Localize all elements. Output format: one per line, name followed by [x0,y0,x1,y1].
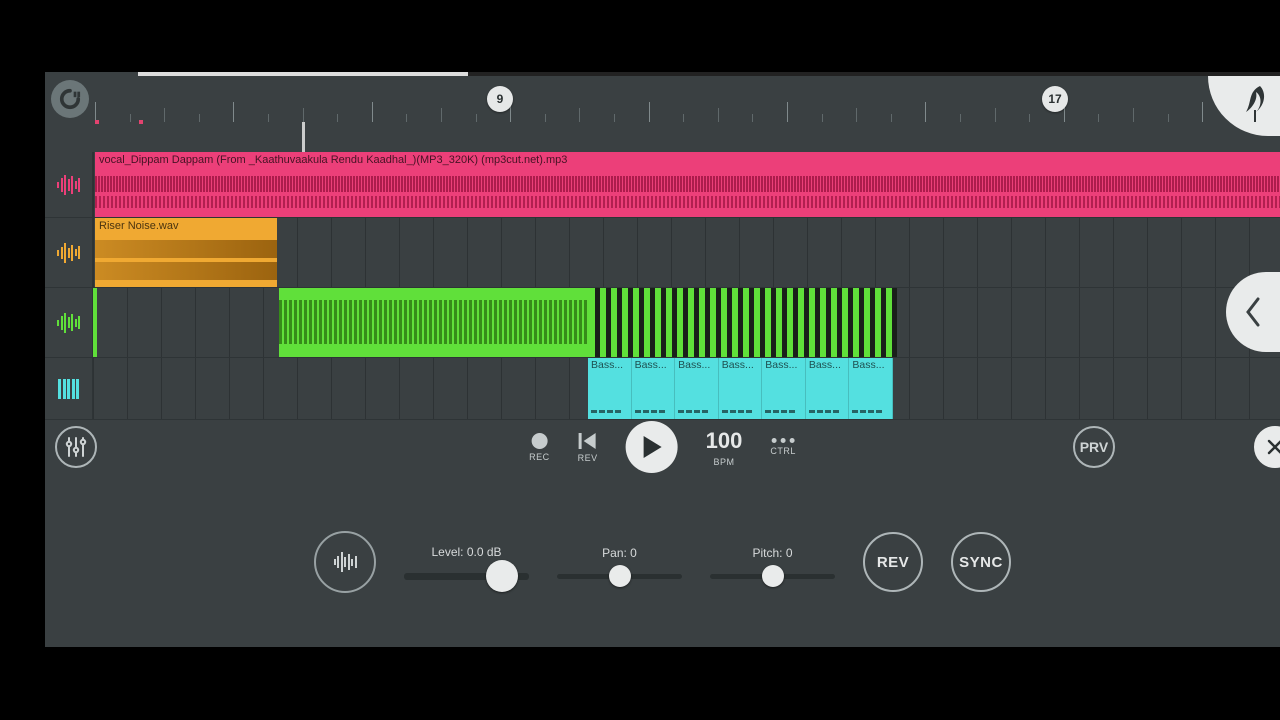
chevron-left-icon [1243,295,1263,329]
waveform-icon [57,242,80,264]
track-row-vocal: vocal_Dippam Dappam (From _Kaathuvaakula… [45,152,1280,218]
track-row-riser: Riser Noise.wav [45,218,1280,288]
bpm-value: 100 [706,428,743,454]
record-label: REC [529,452,550,462]
mixer-button[interactable] [55,426,97,468]
midi-segment[interactable]: Bass... [806,358,850,419]
segment-label: Bass... [852,359,884,371]
bpm-control[interactable]: 100 BPM [706,428,743,467]
midi-segment[interactable]: Bass... [632,358,676,419]
audio-clip-green[interactable] [279,288,897,357]
track-lane[interactable] [93,288,1280,357]
close-button[interactable] [1254,426,1280,468]
pan-label: Pan: 0 [602,546,637,560]
segment-label: Bass... [722,359,754,371]
audio-clip-riser[interactable]: Riser Noise.wav [95,218,277,287]
midi-clip-bass[interactable]: Bass... Bass... Bass... Bass... Bass... Bass.… [588,358,893,419]
ctrl-menu-button[interactable]: CTRL [770,438,796,456]
play-icon [640,434,664,460]
waveform-icon [57,174,80,196]
clip-edit-panel: Level: 0.0 dB Pan: 0 Pitch: 0 REV SYNC [45,477,1280,647]
skip-back-icon [578,432,598,450]
midi-segment[interactable]: Bass... [719,358,763,419]
track-lane[interactable]: Riser Noise.wav [93,218,1280,287]
play-button[interactable] [626,421,678,473]
ruler-marker[interactable]: 9 [487,86,513,112]
record-button[interactable]: REC [529,433,550,462]
pan-slider[interactable]: Pan: 0 [557,546,682,579]
ruler-marker[interactable]: 17 [1042,86,1068,112]
midi-segment[interactable]: Bass... [762,358,806,419]
clip-label: vocal_Dippam Dappam (From _Kaathuvaakula… [99,154,567,166]
midi-segment[interactable]: Bass... [675,358,719,419]
sample-preview-button[interactable] [314,531,376,593]
waveform-icon [57,312,80,334]
pitch-label: Pitch: 0 [752,546,792,560]
midi-segment[interactable]: Bass... [849,358,893,419]
track-header-green[interactable] [45,288,93,357]
pitch-slider[interactable]: Pitch: 0 [710,546,835,579]
transport-bar: REC REV 100 BPM CTRL [45,417,1280,477]
clip-label: Riser Noise.wav [99,220,178,232]
audio-clip-vocal[interactable]: vocal_Dippam Dappam (From _Kaathuvaakula… [95,152,1280,217]
track-lane[interactable]: Bass... Bass... Bass... Bass... Bass... Bass.… [93,358,1280,419]
keyboard-icon [58,379,79,399]
reverse-toggle-button[interactable]: REV [863,532,923,592]
sync-toggle-button[interactable]: SYNC [951,532,1011,592]
segment-label: Bass... [635,359,667,371]
track-header-vocal[interactable] [45,152,93,217]
more-icon [772,438,795,443]
segment-label: Bass... [591,359,623,371]
bpm-label: BPM [713,457,734,467]
app-logo-icon[interactable] [51,80,89,118]
close-icon [1266,438,1280,456]
preview-button[interactable]: PRV [1073,426,1115,468]
segment-label: Bass... [678,359,710,371]
level-label: Level: 0.0 dB [431,545,501,559]
rewind-label: REV [578,453,598,463]
ruler-ticks [95,76,1280,122]
midi-segment[interactable]: Bass... [588,358,632,419]
track-row-bass: Bass... Bass... Bass... Bass... Bass... Bass.… [45,358,1280,420]
rewind-button[interactable]: REV [578,432,598,463]
waveform-icon [334,551,357,573]
track-header-riser[interactable] [45,218,93,287]
segment-label: Bass... [809,359,841,371]
daw-app: 9 17 vocal_Dippam D [45,72,1280,647]
audio-clip-stub[interactable] [93,288,97,357]
record-icon [531,433,547,449]
track-header-bass[interactable] [45,358,93,419]
timeline-ruler[interactable]: 9 17 [45,76,1280,122]
ctrl-label: CTRL [770,446,796,456]
level-slider[interactable]: Level: 0.0 dB [404,545,529,580]
mixer-icon [64,435,88,459]
track-lane[interactable]: vocal_Dippam Dappam (From _Kaathuvaakula… [93,152,1280,217]
segment-label: Bass... [765,359,797,371]
track-row-green [45,288,1280,358]
tracks-area: vocal_Dippam Dappam (From _Kaathuvaakula… [45,122,1280,417]
